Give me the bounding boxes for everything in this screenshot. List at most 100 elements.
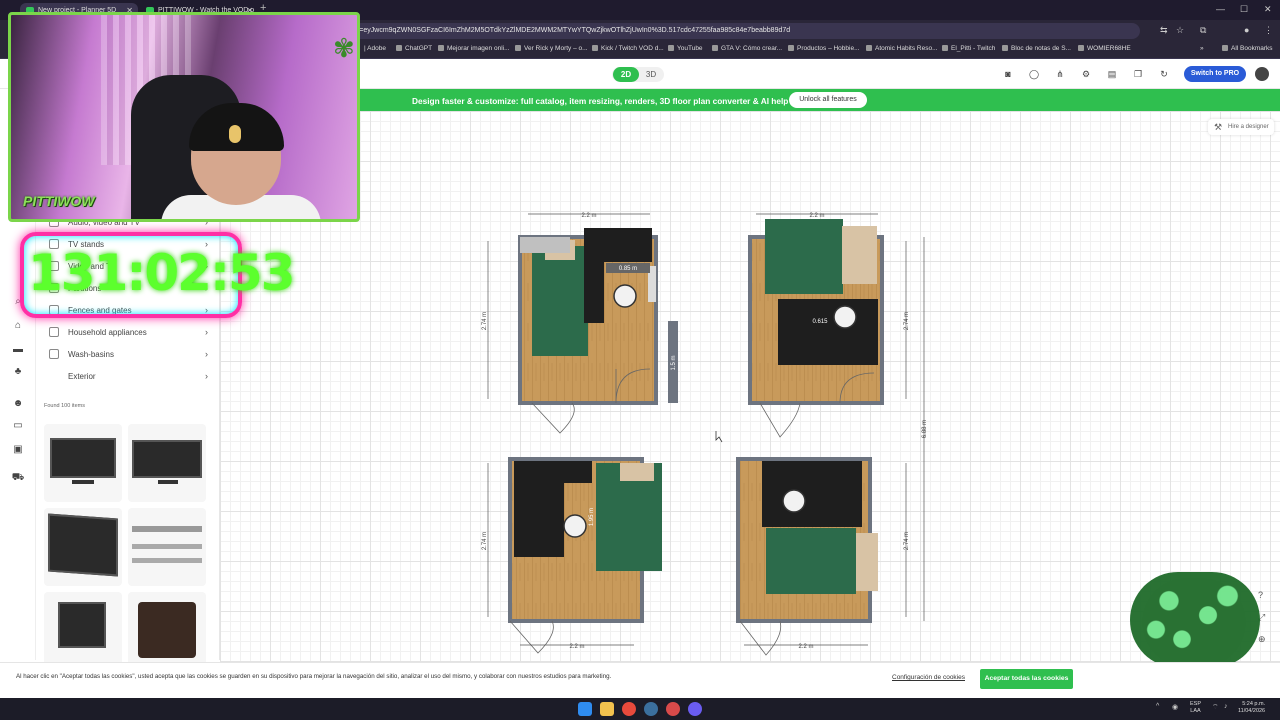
windows-start-icon[interactable] — [578, 702, 592, 716]
close-window-icon[interactable]: ✕ — [1264, 4, 1272, 15]
dimension-label: 2.2 m — [581, 213, 596, 219]
catalog-item-tv[interactable] — [128, 424, 206, 502]
store-icon[interactable]: ▤ — [1106, 68, 1118, 80]
clock-time: 5:24 p.m. — [1242, 701, 1266, 707]
retro-tv-icon — [138, 602, 196, 658]
home-icon[interactable]: ⌂ — [11, 320, 25, 332]
network-icon[interactable]: ◉ — [1172, 703, 1178, 711]
floor-plan-canvas[interactable]: 2.2 m 2.74 m 0.85 m 1.5 m 0.615 2.2 m 2.… — [220, 111, 1280, 663]
bookmark[interactable]: GTA V: Cómo crear... — [712, 45, 782, 52]
shelf-icon — [132, 558, 202, 563]
bed[interactable] — [766, 528, 856, 594]
door-icon[interactable]: ▭ — [11, 420, 25, 432]
bookmark[interactable]: Ver Rick y Morty – o... — [515, 45, 588, 52]
bookmark[interactable]: El_Pitti - Twitch — [942, 45, 995, 52]
category-household-appliances[interactable]: Household appliances › — [42, 322, 212, 344]
view-3d-button[interactable]: 3D — [638, 67, 664, 82]
maximize-icon[interactable]: ☐ — [1240, 4, 1248, 15]
profile-icon[interactable]: ● — [1244, 25, 1249, 35]
cap-logo-icon — [229, 125, 241, 143]
camera-icon[interactable]: ◙ — [1002, 68, 1014, 80]
bookmark[interactable]: | Adobe — [364, 45, 386, 52]
avatar[interactable] — [1255, 67, 1269, 81]
shelf-icon — [132, 544, 202, 549]
url-field[interactable]: ken=eyJwcm9qZWN0SGFzaCI6ImZhM2M5OTdkYzZl… — [340, 23, 1140, 39]
bookmark[interactable]: Bloc de notas de S... — [1002, 45, 1071, 52]
extensions-icon[interactable]: ⧉ — [1200, 25, 1206, 36]
cart-icon[interactable]: ⛟ — [11, 472, 25, 484]
bookmark[interactable]: YouTube — [668, 45, 703, 52]
volume-icon[interactable]: ♪ — [1224, 703, 1228, 710]
discord-icon[interactable] — [688, 702, 702, 716]
steam-icon[interactable] — [644, 702, 658, 716]
unlock-all-features-button[interactable]: Unlock all features — [789, 92, 867, 108]
chevron-right-icon: › — [205, 371, 208, 381]
bookmark-icon — [712, 45, 718, 51]
bed[interactable] — [765, 219, 843, 294]
desk[interactable] — [778, 299, 878, 365]
mouse-cursor-icon — [715, 431, 723, 443]
share-icon[interactable]: ⋔ — [1054, 68, 1066, 80]
box-icon[interactable]: ▣ — [11, 444, 25, 456]
category-label: Wash-basins — [68, 350, 114, 359]
bookmark[interactable]: Mejorar imagen onli... — [438, 45, 510, 52]
category-exterior[interactable]: Exterior › — [42, 366, 212, 388]
plant-icon[interactable]: ♣ — [11, 366, 25, 378]
copy-icon[interactable]: ❐ — [1132, 68, 1144, 80]
tv-stand-icon — [72, 480, 94, 484]
all-bookmarks[interactable]: All Bookmarks — [1222, 45, 1273, 52]
category-wash-basins[interactable]: Wash-basins › — [42, 344, 212, 366]
category-label: Exterior — [68, 372, 96, 381]
floor-plan-drawing[interactable]: 2.2 m 2.74 m 0.85 m 1.5 m 0.615 2.2 m 2.… — [220, 111, 1280, 663]
bookmark-label: WOMIER68HE — [1087, 45, 1131, 52]
more-bookmarks-icon[interactable]: » — [1200, 45, 1204, 52]
dimension-label: 2.2 m — [798, 644, 813, 650]
catalog-item-tv[interactable] — [44, 424, 122, 502]
room-top-left[interactable]: 2.2 m 2.74 m 0.85 m 1.5 m — [482, 213, 678, 434]
hire-designer-button[interactable]: ⚒ Hire a designer — [1208, 119, 1274, 135]
bookmark-icon — [515, 45, 521, 51]
bookmark[interactable]: Productos – Hobbie... — [788, 45, 860, 52]
dimension-label: 2.74 m — [482, 532, 488, 550]
chrome-icon[interactable] — [622, 702, 636, 716]
bookmark[interactable]: Atomic Habits Reso... — [866, 45, 938, 52]
desk[interactable] — [762, 461, 862, 527]
catalog-item-monitor[interactable] — [44, 592, 122, 670]
people-icon[interactable]: ☻ — [11, 398, 25, 410]
cookie-settings-link[interactable]: Configuración de cookies — [892, 674, 965, 681]
bookmark[interactable]: WOMIER68HE — [1078, 45, 1131, 52]
room-bottom-left[interactable]: 1.95 m 2.2 m 2.74 m — [482, 457, 662, 654]
promo-text: Design faster & customize: full catalog,… — [412, 96, 789, 106]
refresh-icon[interactable]: ↻ — [1158, 68, 1170, 80]
minimize-icon[interactable]: — — [1216, 4, 1225, 14]
clock[interactable]: 5:24 p.m. 11/04/2026 — [1238, 701, 1265, 715]
settings-icon[interactable]: ⚙ — [1080, 68, 1092, 80]
switch-to-pro-button[interactable]: Switch to PRO — [1184, 66, 1246, 82]
bookmark[interactable]: ChatGPT — [396, 45, 432, 52]
room-bottom-right[interactable]: 2.2 m 2.74 m — [736, 457, 910, 656]
tray-chevron-icon[interactable]: ^ — [1156, 703, 1159, 710]
dimension-label: 6.88 m — [922, 420, 928, 438]
accept-cookies-button[interactable]: Aceptar todas las cookies — [980, 669, 1073, 689]
wifi-icon[interactable]: ⌔ — [1212, 703, 1219, 712]
chat-icon[interactable]: ◯ — [1028, 68, 1040, 80]
app-icon[interactable] — [666, 702, 680, 716]
file-explorer-icon[interactable] — [600, 702, 614, 716]
lang-top: ESP — [1190, 701, 1202, 707]
keyboard-language[interactable]: ESP LAA — [1190, 701, 1201, 715]
catalog-item-retro-tv[interactable] — [128, 592, 206, 670]
bookmark-icon — [396, 45, 402, 51]
desk[interactable] — [584, 228, 652, 262]
catalog-item-tv-stand[interactable] — [128, 508, 206, 586]
view-2d-button[interactable]: 2D — [613, 67, 639, 82]
star-icon[interactable]: ☆ — [1176, 25, 1184, 36]
bookmark-icon — [788, 45, 794, 51]
sofa-icon[interactable]: ▬ — [11, 344, 25, 356]
leaf-logo-icon: ✾ — [333, 33, 355, 63]
catalog-item-tv[interactable] — [44, 508, 122, 586]
bed[interactable] — [532, 246, 588, 356]
dimension-label: 2.2 m — [809, 213, 824, 219]
menu-icon[interactable]: ⋮ — [1264, 25, 1273, 36]
bookmark[interactable]: Kick / Twitch VOD d... — [592, 45, 664, 52]
translate-icon[interactable]: ⇆ — [1160, 25, 1168, 36]
